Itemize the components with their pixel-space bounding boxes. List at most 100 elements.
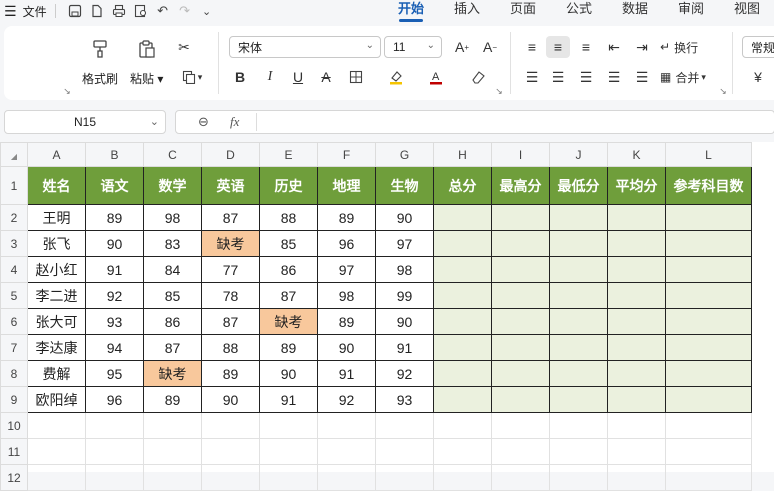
borders-icon[interactable] <box>344 66 368 88</box>
data-cell[interactable]: 缺考 <box>143 360 202 387</box>
data-cell[interactable]: 90 <box>201 386 260 413</box>
empty-cell[interactable] <box>607 438 666 465</box>
empty-cell[interactable] <box>433 412 492 439</box>
header-cell[interactable]: 英语 <box>201 166 260 205</box>
number-format-select[interactable]: 常规 <box>742 36 774 58</box>
data-cell[interactable]: 缺考 <box>201 230 260 257</box>
data-cell[interactable]: 91 <box>317 360 376 387</box>
row-header[interactable]: 6 <box>0 308 28 335</box>
fx-icon[interactable]: fx <box>230 114 239 130</box>
data-cell[interactable]: 92 <box>375 360 434 387</box>
empty-cell[interactable] <box>549 438 608 465</box>
distributed-icon[interactable]: ☰ <box>630 66 654 88</box>
data-cell[interactable] <box>433 360 492 387</box>
header-cell[interactable]: 语文 <box>85 166 144 205</box>
row-header[interactable]: 3 <box>0 230 28 257</box>
undo-icon[interactable]: ↶ <box>152 1 174 21</box>
select-all-corner[interactable]: ◢ <box>0 142 28 167</box>
data-cell[interactable]: 97 <box>317 256 376 283</box>
row-header[interactable]: 8 <box>0 360 28 387</box>
data-cell[interactable]: 83 <box>143 230 202 257</box>
data-cell[interactable]: 89 <box>143 386 202 413</box>
data-cell[interactable]: 费解 <box>27 360 86 387</box>
data-cell[interactable]: 88 <box>201 334 260 361</box>
data-cell[interactable] <box>665 204 752 231</box>
file-menu[interactable]: ☰ 文件 <box>0 0 47 22</box>
data-cell[interactable]: 91 <box>85 256 144 283</box>
header-cell[interactable]: 平均分 <box>607 166 666 205</box>
row-header[interactable]: 10 <box>0 412 28 439</box>
column-header[interactable]: K <box>607 142 666 167</box>
header-cell[interactable]: 地理 <box>317 166 376 205</box>
print-icon[interactable] <box>108 1 130 21</box>
row-header[interactable]: 12 <box>0 464 28 491</box>
data-cell[interactable]: 87 <box>201 204 260 231</box>
data-cell[interactable]: 93 <box>375 386 434 413</box>
fill-color-icon[interactable] <box>384 66 408 88</box>
row-header[interactable]: 1 <box>0 166 28 205</box>
empty-cell[interactable] <box>665 464 752 491</box>
data-cell[interactable] <box>491 386 550 413</box>
column-header[interactable]: I <box>491 142 550 167</box>
data-cell[interactable]: 89 <box>201 360 260 387</box>
data-cell[interactable] <box>491 282 550 309</box>
data-cell[interactable] <box>549 204 608 231</box>
data-cell[interactable]: 92 <box>85 282 144 309</box>
empty-cell[interactable] <box>259 464 318 491</box>
data-cell[interactable]: 77 <box>201 256 260 283</box>
empty-cell[interactable] <box>375 438 434 465</box>
data-cell[interactable]: 93 <box>85 308 144 335</box>
align-left-icon[interactable]: ☰ <box>520 66 544 88</box>
empty-cell[interactable] <box>201 412 260 439</box>
empty-cell[interactable] <box>375 412 434 439</box>
empty-cell[interactable] <box>317 438 376 465</box>
data-cell[interactable] <box>549 308 608 335</box>
data-cell[interactable] <box>549 282 608 309</box>
empty-cell[interactable] <box>665 412 752 439</box>
header-cell[interactable]: 最高分 <box>491 166 550 205</box>
data-cell[interactable] <box>491 308 550 335</box>
data-cell[interactable]: 赵小红 <box>27 256 86 283</box>
row-header[interactable]: 4 <box>0 256 28 283</box>
data-cell[interactable] <box>665 360 752 387</box>
font-name-select[interactable]: 宋体 ⌄ <box>229 36 381 58</box>
empty-cell[interactable] <box>27 438 86 465</box>
zoom-icon[interactable]: ⊖ <box>198 114 209 130</box>
empty-cell[interactable] <box>433 464 492 491</box>
data-cell[interactable] <box>607 282 666 309</box>
data-cell[interactable] <box>607 308 666 335</box>
font-size-select[interactable]: 11 ⌄ <box>384 36 442 58</box>
data-cell[interactable] <box>491 360 550 387</box>
column-header[interactable]: G <box>375 142 434 167</box>
export-pdf-icon[interactable] <box>86 1 108 21</box>
data-cell[interactable] <box>665 256 752 283</box>
data-cell[interactable] <box>433 282 492 309</box>
clear-format-icon[interactable] <box>466 66 490 88</box>
data-cell[interactable] <box>665 386 752 413</box>
data-cell[interactable]: 96 <box>85 386 144 413</box>
format-painter-button[interactable]: 格式刷 <box>82 36 118 87</box>
align-bottom-icon[interactable]: ≡ <box>574 36 598 58</box>
data-cell[interactable] <box>491 256 550 283</box>
column-header[interactable]: A <box>27 142 86 167</box>
data-cell[interactable]: 87 <box>201 308 260 335</box>
empty-cell[interactable] <box>607 464 666 491</box>
merge-button[interactable]: ▦ 合并 ▾ <box>660 66 722 88</box>
empty-cell[interactable] <box>85 412 144 439</box>
data-cell[interactable]: 87 <box>259 282 318 309</box>
data-cell[interactable]: 87 <box>143 334 202 361</box>
data-cell[interactable] <box>433 386 492 413</box>
empty-cell[interactable] <box>317 464 376 491</box>
data-cell[interactable]: 王明 <box>27 204 86 231</box>
empty-cell[interactable] <box>549 464 608 491</box>
decrease-indent-icon[interactable]: ⇤ <box>602 36 626 58</box>
copy-icon[interactable]: ▾ <box>176 66 208 88</box>
data-cell[interactable] <box>433 204 492 231</box>
data-cell[interactable] <box>607 204 666 231</box>
column-header[interactable]: B <box>85 142 144 167</box>
data-cell[interactable]: 90 <box>317 334 376 361</box>
redo-icon[interactable]: ↷ <box>174 1 196 21</box>
underline-icon[interactable]: U <box>286 66 310 88</box>
increase-font-icon[interactable]: A + <box>450 36 474 58</box>
column-header[interactable]: E <box>259 142 318 167</box>
